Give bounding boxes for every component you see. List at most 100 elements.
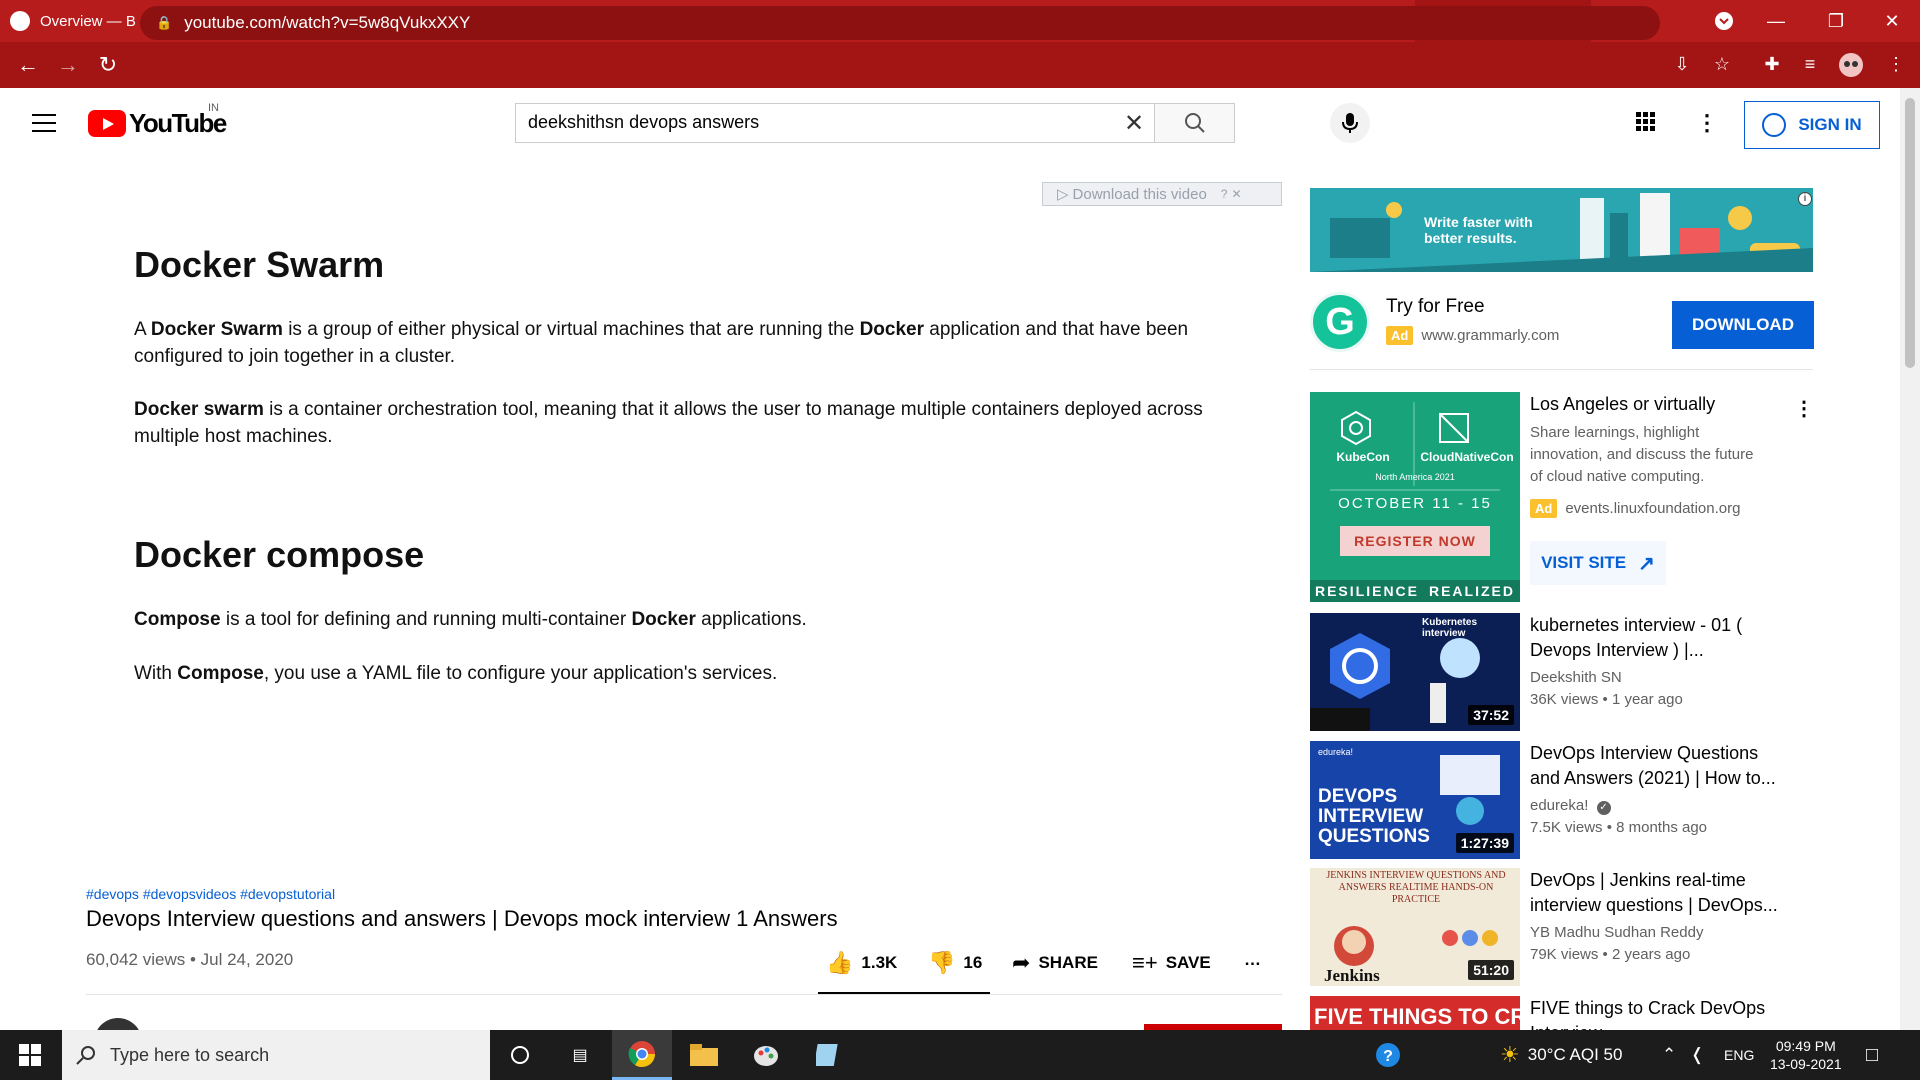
profile-avatar[interactable] (1838, 52, 1863, 83)
close-download-icon[interactable]: ✕ (1231, 187, 1241, 201)
youtube-header: YouTube IN deekshithsn devops answers ✕ … (0, 88, 1900, 160)
video-title-4-clip: FIVE things to Crack DevOps Interview (1530, 996, 1780, 1030)
video-channel-1[interactable]: Deekshith SN (1530, 667, 1780, 689)
bookmark-star-icon[interactable]: ☆ (1710, 54, 1734, 75)
slide-paragraph-1: A Docker Swarm is a group of either phys… (134, 319, 1189, 367)
forward-icon[interactable]: → (48, 52, 88, 78)
search-input[interactable]: deekshithsn devops answers (516, 104, 1114, 142)
install-icon[interactable]: ⇩ (1670, 54, 1694, 75)
ad-url: Ad www.grammarly.com (1386, 326, 1559, 345)
weather-widget[interactable]: ☀ 30°C AQI 50 (1500, 1030, 1622, 1080)
tray-overflow-icon[interactable]: ⌃ (1662, 1030, 1676, 1080)
slide-heading-2: Docker compose (134, 534, 425, 575)
ad2-desc: Share learnings, highlight innovation, a… (1530, 424, 1754, 485)
download-label: Download this video (1072, 185, 1207, 203)
ad-divider (1310, 369, 1813, 370)
verified-icon: ✓ (1596, 801, 1611, 815)
country-code: IN (208, 102, 219, 114)
save-button[interactable]: ≡+ SAVE (1132, 950, 1211, 976)
ad-badge: Ad (1386, 326, 1414, 345)
chrome-menu-icon[interactable]: ⋮ (1884, 54, 1908, 75)
windows-taskbar: Type here to search ▤ ? ☀ 30°C AQI 50 ⌃ … (0, 1030, 1920, 1080)
ad-title[interactable]: Try for Free (1386, 296, 1485, 318)
wifi-icon[interactable]: ❬ (1690, 1030, 1704, 1080)
sign-in-button[interactable]: SIGN IN (1744, 101, 1880, 149)
like-count: 1.3K (861, 953, 898, 972)
task-view-icon[interactable]: ▤ (550, 1030, 610, 1080)
notepad-icon[interactable] (798, 1030, 858, 1080)
dislike-button[interactable]: 👎 16 (928, 950, 982, 976)
youtube-logo[interactable]: YouTube IN (88, 102, 227, 139)
paint-icon[interactable] (736, 1030, 796, 1080)
download-ad-button[interactable]: DOWNLOAD (1672, 301, 1814, 349)
settings-kebab-icon[interactable]: ⋮ (1696, 110, 1718, 136)
visit-site-button[interactable]: VISIT SITE ↗ (1530, 541, 1666, 585)
slide-paragraph-2: Docker swarm is a container orchestratio… (134, 399, 1203, 447)
svg-text:?: ? (1383, 1048, 1393, 1065)
thumb-3-label: JENKINS INTERVIEW QUESTIONS AND ANSWERS … (1326, 870, 1506, 905)
tab-search-icon[interactable] (1694, 0, 1754, 42)
page-scrollbar[interactable] (1900, 88, 1920, 1030)
external-link-icon: ↗ (1638, 552, 1655, 575)
video-thumbnail-1[interactable]: Kubernetes interview 37:52 (1310, 613, 1520, 731)
extensions-icon[interactable]: ✚ (1760, 54, 1784, 75)
weather-text: 30°C AQI 50 (1527, 1045, 1623, 1064)
ad2-badge: Ad (1530, 499, 1558, 518)
duration-3: 51:20 (1468, 960, 1514, 980)
video-channel-2[interactable]: edureka! ✓ (1530, 795, 1780, 817)
help-circle-icon[interactable]: ? (1358, 1030, 1418, 1080)
ad-banner[interactable]: Write faster with better results. (1310, 188, 1813, 272)
guide-menu-icon[interactable] (32, 114, 56, 132)
user-icon (1762, 113, 1787, 137)
like-button[interactable]: 👍 1.3K (826, 950, 897, 976)
hashtags[interactable]: #devops #devopsvideos #devopstutorial (86, 886, 335, 902)
apps-grid-icon[interactable] (1636, 112, 1656, 137)
reload-icon[interactable]: ↻ (88, 52, 128, 78)
youtube-play-icon (88, 110, 126, 137)
video-player[interactable]: Docker Swarm A Docker Swarm is a group o… (86, 188, 1282, 860)
file-explorer-icon[interactable] (674, 1030, 734, 1080)
video-title-4[interactable]: FIVE things to Crack DevOps Interview (1530, 996, 1780, 1030)
edureka-brand: edureka! (1318, 747, 1354, 757)
video-thumbnail-4[interactable]: FIVE THINGS TO CRACK (1310, 996, 1520, 1030)
download-play-icon: ▷ (1057, 186, 1069, 203)
share-label: SHARE (1038, 953, 1098, 972)
cortana-icon[interactable] (490, 1030, 550, 1080)
ad-info-icon[interactable]: i (1798, 192, 1812, 206)
voice-search-button[interactable] (1330, 103, 1370, 143)
video-thumbnail-3[interactable]: JENKINS INTERVIEW QUESTIONS AND ANSWERS … (1310, 868, 1520, 986)
grammarly-logo: G (1310, 292, 1370, 352)
media-control-icon[interactable]: ≡ (1798, 54, 1822, 75)
chrome-taskbar-icon[interactable] (612, 1030, 672, 1080)
back-icon[interactable]: ← (8, 52, 48, 78)
ad2-title[interactable]: Los Angeles or virtually (1530, 392, 1780, 417)
scrollbar-thumb[interactable] (1905, 98, 1915, 368)
video-thumbnail-2[interactable]: edureka! DEVOPS INTERVIEW QUESTIONS 1:27… (1310, 741, 1520, 859)
minimize-icon[interactable]: — (1746, 0, 1806, 42)
video-title-1[interactable]: kubernetes interview - 01 ( Devops Inter… (1530, 613, 1780, 663)
share-button[interactable]: ➦ SHARE (1012, 950, 1098, 976)
windows-start-icon[interactable] (0, 1030, 60, 1080)
kubecon-ad-thumbnail[interactable]: KubeCon CloudNativeCon North America 202… (1310, 392, 1520, 602)
dislike-count: 16 (963, 953, 983, 972)
video-channel-3[interactable]: YB Madhu Sudhan Reddy (1530, 922, 1780, 944)
register-now-label: REGISTER NOW (1340, 526, 1490, 556)
close-window-icon[interactable]: ✕ (1862, 0, 1920, 42)
download-video-bar[interactable]: ▷ Download this video ? ✕ (1042, 182, 1282, 206)
language-indicator[interactable]: ENG (1724, 1030, 1754, 1080)
clock[interactable]: 09:49 PM 13-09-2021 (1770, 1030, 1842, 1080)
restore-icon[interactable]: ❐ (1806, 0, 1866, 42)
help-icon[interactable]: ? (1221, 187, 1228, 201)
notification-icon[interactable]: □ (1866, 1030, 1878, 1080)
thumbs-up-icon: 👍 (826, 950, 854, 975)
taskbar-search-input[interactable]: Type here to search (62, 1030, 490, 1080)
search-button[interactable] (1154, 104, 1234, 142)
ad2-menu-icon[interactable]: ⋮ (1794, 396, 1814, 421)
visit-site-label: VISIT SITE (1541, 553, 1627, 572)
ad2-url: Ad events.linuxfoundation.org (1530, 499, 1740, 518)
omnibox[interactable]: 🔒 youtube.com/watch?v=5w8qVukxXXY (140, 6, 1660, 40)
video-title-2[interactable]: DevOps Interview Questions and Answers (… (1530, 741, 1780, 791)
video-title-3[interactable]: DevOps | Jenkins real-time interview que… (1530, 868, 1780, 918)
clear-search-icon[interactable]: ✕ (1114, 104, 1154, 142)
more-actions-icon[interactable]: … (1244, 950, 1261, 970)
